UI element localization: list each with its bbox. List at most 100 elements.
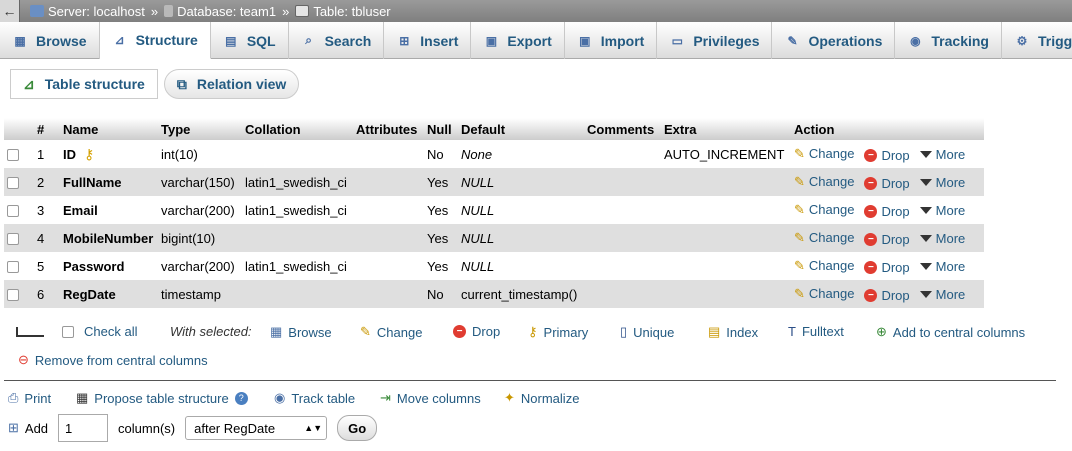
more-button[interactable]: More [919, 147, 965, 162]
tab-import[interactable]: ▣ Import [565, 22, 658, 59]
column-name[interactable]: MobileNumber [63, 231, 153, 246]
bulk-drop-button[interactable]: − Drop [453, 324, 500, 339]
back-arrow-icon[interactable]: ← [0, 0, 20, 22]
bulk-browse-button[interactable]: ▦ Browse [270, 324, 332, 340]
column-name[interactable]: ID [63, 147, 76, 162]
column-header-null[interactable]: Null [424, 118, 458, 140]
drop-icon: − [864, 204, 878, 218]
more-button[interactable]: More [919, 202, 966, 218]
bulk-primary-button[interactable]: ⚷ Primary [528, 324, 588, 340]
table-row: 2 FullName varchar(150) latin1_swedish_ci Ye… [4, 168, 984, 196]
tab-structure[interactable]: ⊿ Structure [99, 22, 211, 59]
tab-insert[interactable]: ⊞ Insert [384, 22, 472, 59]
change-button[interactable]: ✎ Change [794, 174, 854, 190]
drop-button[interactable]: − Drop [864, 176, 910, 191]
check-all-checkbox[interactable] [62, 325, 74, 338]
more-label: More [935, 202, 966, 218]
breadcrumb-table[interactable]: Table: tbluser [313, 4, 390, 19]
print-label: Print [24, 390, 52, 406]
sql-icon: ▤ [225, 33, 237, 48]
drop-button[interactable]: − Drop [864, 260, 910, 275]
propose-structure-link[interactable]: ▦ Propose table structure ? [76, 390, 248, 406]
row-checkbox[interactable] [7, 233, 19, 246]
fulltext-icon: T [788, 324, 796, 339]
column-header-default[interactable]: Default [458, 118, 584, 140]
tab-export[interactable]: ▣ Export [471, 22, 565, 59]
tab-search[interactable]: ⌕ Search [289, 22, 385, 59]
row-checkbox[interactable] [7, 289, 19, 302]
column-null: Yes [424, 196, 458, 224]
change-button[interactable]: ✎ Change [794, 258, 854, 274]
bulk-change-button[interactable]: ✎ Change [360, 324, 422, 340]
pencil-icon: ✎ [794, 201, 805, 217]
go-button[interactable]: Go [337, 415, 378, 441]
drop-button[interactable]: − Drop [864, 288, 910, 303]
structure-table: # Name Type Collation Attributes Null De… [4, 118, 984, 308]
tab-privileges[interactable]: ▭ Privileges [657, 22, 773, 59]
row-checkbox[interactable] [7, 205, 19, 218]
row-checkbox[interactable] [7, 149, 19, 162]
column-name[interactable]: Email [63, 203, 98, 218]
more-button[interactable]: More [919, 287, 965, 302]
column-unit-label: column(s) [118, 420, 176, 436]
column-comments [584, 168, 661, 196]
column-header-name[interactable]: Name [60, 118, 158, 140]
change-button[interactable]: ✎ Change [794, 286, 854, 302]
drop-button[interactable]: − Drop [864, 232, 910, 247]
bulk-drop-label: Drop [472, 324, 501, 339]
change-button[interactable]: ✎ Change [794, 202, 854, 218]
drop-button[interactable]: − Drop [864, 148, 910, 163]
pencil-icon: ✎ [794, 173, 805, 189]
column-header-comments[interactable]: Comments [584, 118, 661, 140]
bulk-index-button[interactable]: ▤ Index [708, 324, 758, 340]
column-name[interactable]: Password [63, 259, 124, 274]
breadcrumb-server[interactable]: Server: localhost [48, 4, 145, 19]
tab-tracking[interactable]: ◉ Tracking [895, 22, 1002, 59]
more-button[interactable]: More [919, 231, 965, 246]
print-link[interactable]: ⎙ Print [8, 390, 51, 406]
tab-triggers[interactable]: ⚙ Triggers [1002, 22, 1072, 59]
track-table-link[interactable]: ◉ Track table [274, 390, 355, 406]
bulk-fulltext-button[interactable]: T Fulltext [788, 324, 844, 339]
check-all[interactable]: Check all [62, 324, 137, 339]
column-comments [584, 196, 661, 224]
check-all-label[interactable]: Check all [84, 324, 137, 339]
column-name[interactable]: RegDate [63, 287, 116, 302]
drop-icon: − [864, 176, 878, 190]
breadcrumb-database[interactable]: Database: team1 [177, 4, 276, 19]
tab-sql[interactable]: ▤ SQL [211, 22, 289, 59]
bulk-add-central-button[interactable]: ⊕ Add to central columns [876, 324, 1025, 340]
column-header-type[interactable]: Type [158, 118, 242, 140]
help-icon[interactable]: ? [234, 391, 248, 405]
change-button[interactable]: ✎ Change [794, 230, 854, 246]
bulk-remove-central-button[interactable]: ⊖ Remove from central columns [18, 352, 208, 368]
column-header-collation[interactable]: Collation [242, 118, 353, 140]
column-extra [661, 224, 791, 252]
database-icon [164, 5, 174, 17]
column-header-action: Action [791, 118, 984, 140]
column-header-number[interactable]: # [34, 118, 60, 140]
subtab-table-structure[interactable]: ⊿ Table structure [10, 69, 158, 99]
move-columns-link[interactable]: ⇥ Move columns [380, 390, 481, 406]
import-icon: ▣ [579, 33, 591, 48]
normalize-link[interactable]: ✦ Normalize [504, 390, 579, 406]
row-checkbox[interactable] [7, 261, 19, 274]
row-checkbox[interactable] [7, 177, 19, 190]
row-number: 3 [34, 196, 60, 224]
more-button[interactable]: More [919, 259, 965, 274]
subtab-relation-view[interactable]: ⧉ Relation view [163, 69, 300, 99]
drop-icon: − [864, 260, 878, 274]
column-header-attributes[interactable]: Attributes [353, 118, 424, 140]
tab-operations[interactable]: ✎ Operations [772, 22, 896, 59]
tab-browse[interactable]: ▦ Browse [0, 22, 100, 59]
drop-button[interactable]: − Drop [864, 204, 910, 219]
more-button[interactable]: More [919, 175, 965, 190]
column-header-extra[interactable]: Extra [661, 118, 791, 140]
change-label: Change [808, 258, 855, 273]
structure-icon: ⊿ [114, 33, 125, 47]
change-button[interactable]: ✎ Change [794, 146, 854, 162]
column-count-input[interactable]: 1 [58, 414, 109, 442]
column-name[interactable]: FullName [63, 175, 122, 190]
bulk-unique-button[interactable]: ▯ Unique [620, 324, 674, 340]
column-position-select[interactable]: after RegDate ▲▼ [185, 416, 328, 440]
